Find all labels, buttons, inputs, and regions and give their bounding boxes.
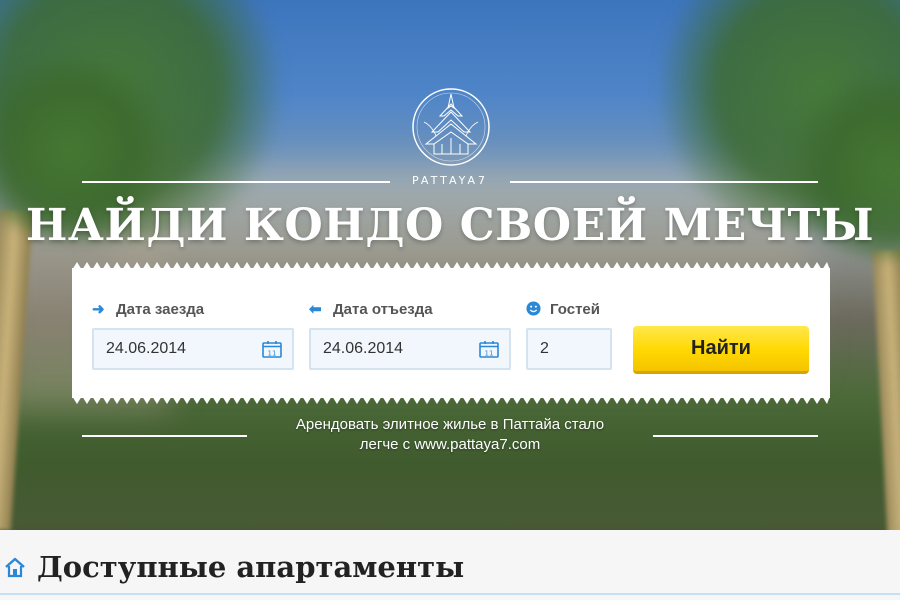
guests-input[interactable] (528, 330, 588, 368)
checkout-label: ⬅ Дата отъезда (309, 300, 433, 320)
arrow-right-icon: ➜ (92, 301, 105, 318)
tagline-line-left (82, 435, 247, 437)
checkout-date-input[interactable] (311, 330, 451, 368)
smiley-icon (526, 300, 544, 320)
checkin-date-input[interactable] (94, 330, 234, 368)
tagline: Арендовать элитное жилье в Паттайа стало… (262, 415, 638, 455)
checkout-input-box[interactable]: 11 (309, 328, 511, 370)
checkin-label: ➜ Дата заезда (92, 300, 204, 320)
logo-emblem-icon[interactable] (410, 86, 492, 168)
guests-input-box[interactable] (526, 328, 612, 370)
checkin-input-box[interactable]: 11 (92, 328, 294, 370)
checkin-label-text: Дата заезда (116, 301, 205, 318)
calendar-day: 11 (268, 350, 277, 358)
tagline-line-right (653, 435, 818, 437)
calendar-icon[interactable]: 11 (479, 340, 499, 358)
search-button[interactable]: Найти (633, 326, 809, 374)
tagline-line-2: легче с www.pattaya7.com (359, 436, 541, 453)
available-apartments-section: Доступные апартаменты (0, 530, 900, 600)
divider-line-left (82, 181, 390, 183)
divider-line-right (510, 181, 818, 183)
calendar-icon[interactable]: 11 (262, 340, 282, 358)
home-icon (5, 557, 25, 578)
section-rule (0, 593, 900, 595)
guests-label-text: Гостей (550, 301, 600, 318)
tagline-line-1: Арендовать элитное жилье в Паттайа стало (295, 416, 605, 433)
arrow-left-icon: ⬅ (309, 301, 322, 318)
section-title: Доступные апартаменты (37, 550, 465, 584)
checkout-label-text: Дата отъезда (333, 301, 433, 318)
brand-name: PATTAYA7 (411, 174, 489, 187)
hero-headline: НАЙДИ КОНДО СВОЕЙ МЕЧТЫ (25, 200, 875, 251)
card-zigzag-bottom (72, 396, 830, 404)
tagline-row: Арендовать элитное жилье в Паттайа стало… (82, 414, 818, 460)
brand-row: PATTAYA7 (82, 172, 818, 192)
guests-label: Гостей (526, 300, 600, 320)
calendar-day: 11 (485, 350, 494, 358)
